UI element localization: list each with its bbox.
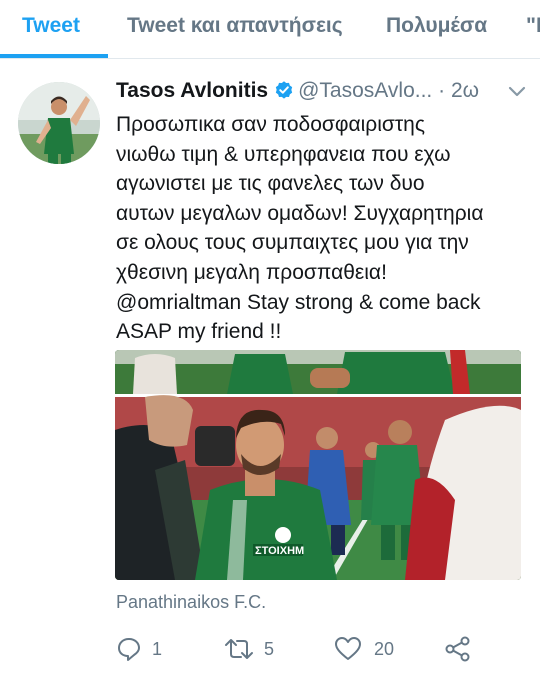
media-source-label[interactable]: Panathinaikos F.C. [116,592,266,613]
tweet-text-line: νιωθω τιμη & υπερηφανεια που εχω [116,142,451,166]
tweet-media-image[interactable]: ΣΤΟΙΧΗΜ [115,350,521,580]
tweet-time[interactable]: 2ω [451,79,479,102]
tweet-text-line: χθεσινη μεγαλη προσπαθεια! [116,260,387,284]
tweet-text-line: ASAP my friend !! [116,320,282,344]
media-photo: ΣΤΟΙΧΗΜ [115,350,521,580]
like-button[interactable]: 20 [334,634,404,664]
tab-tweets[interactable]: Tweet [22,0,80,58]
author-name[interactable]: Tasos Avlonitis [116,79,268,102]
tweet-text-line: Προσωπικα σαν ποδοσφαιριστης [116,113,425,136]
tweet-text-line: αγωνιστει με τις φανελες των δυο [116,172,425,196]
share-icon [445,636,470,662]
author-handle[interactable]: @TasosAvlo... [298,79,432,102]
retweet-count: 5 [264,639,275,659]
share-button[interactable] [444,634,474,664]
retweet-icon [225,639,253,659]
jersey-sponsor-text: ΣΤΟΙΧΗΜ [255,545,304,557]
tweet-text-line: σε ολους τους συμπαιχτες μου για την [116,231,469,255]
reply-icon [118,638,140,661]
reply-button[interactable]: 1 [116,634,176,664]
profile-tabs: Tweet Tweet και απαντήσεις Πολυμέσα "Ι [0,0,540,59]
tweet-header: Tasos Avlonitis @TasosAvlo... · 2ω [116,76,536,106]
tab-tweets-and-replies[interactable]: Tweet και απαντήσεις [127,0,343,58]
like-icon [335,637,361,660]
tab-media[interactable]: Πολυμέσα [386,0,487,58]
chevron-down-icon[interactable] [506,76,528,106]
tweet-text-line: @omrialtman Stay strong & come back [116,290,481,314]
tweet-actions: 1 5 20 [0,630,540,670]
reply-count: 1 [152,639,163,659]
verified-badge-icon [275,81,293,99]
retweet-button[interactable]: 5 [224,634,284,664]
tab-likes-partial[interactable]: "Ι [526,0,540,58]
tweet-text: Προσωπικα σαν ποδοσφαιριστης νιωθω τιμη … [116,110,526,347]
avatar-image [18,82,100,164]
avatar[interactable] [18,82,100,164]
tweet-text-line: αυτων μεγαλων ομαδων! Συγχαρητηρια [116,201,484,225]
active-tab-indicator [0,54,108,58]
like-count: 20 [374,639,395,659]
separator-dot: · [438,79,446,102]
